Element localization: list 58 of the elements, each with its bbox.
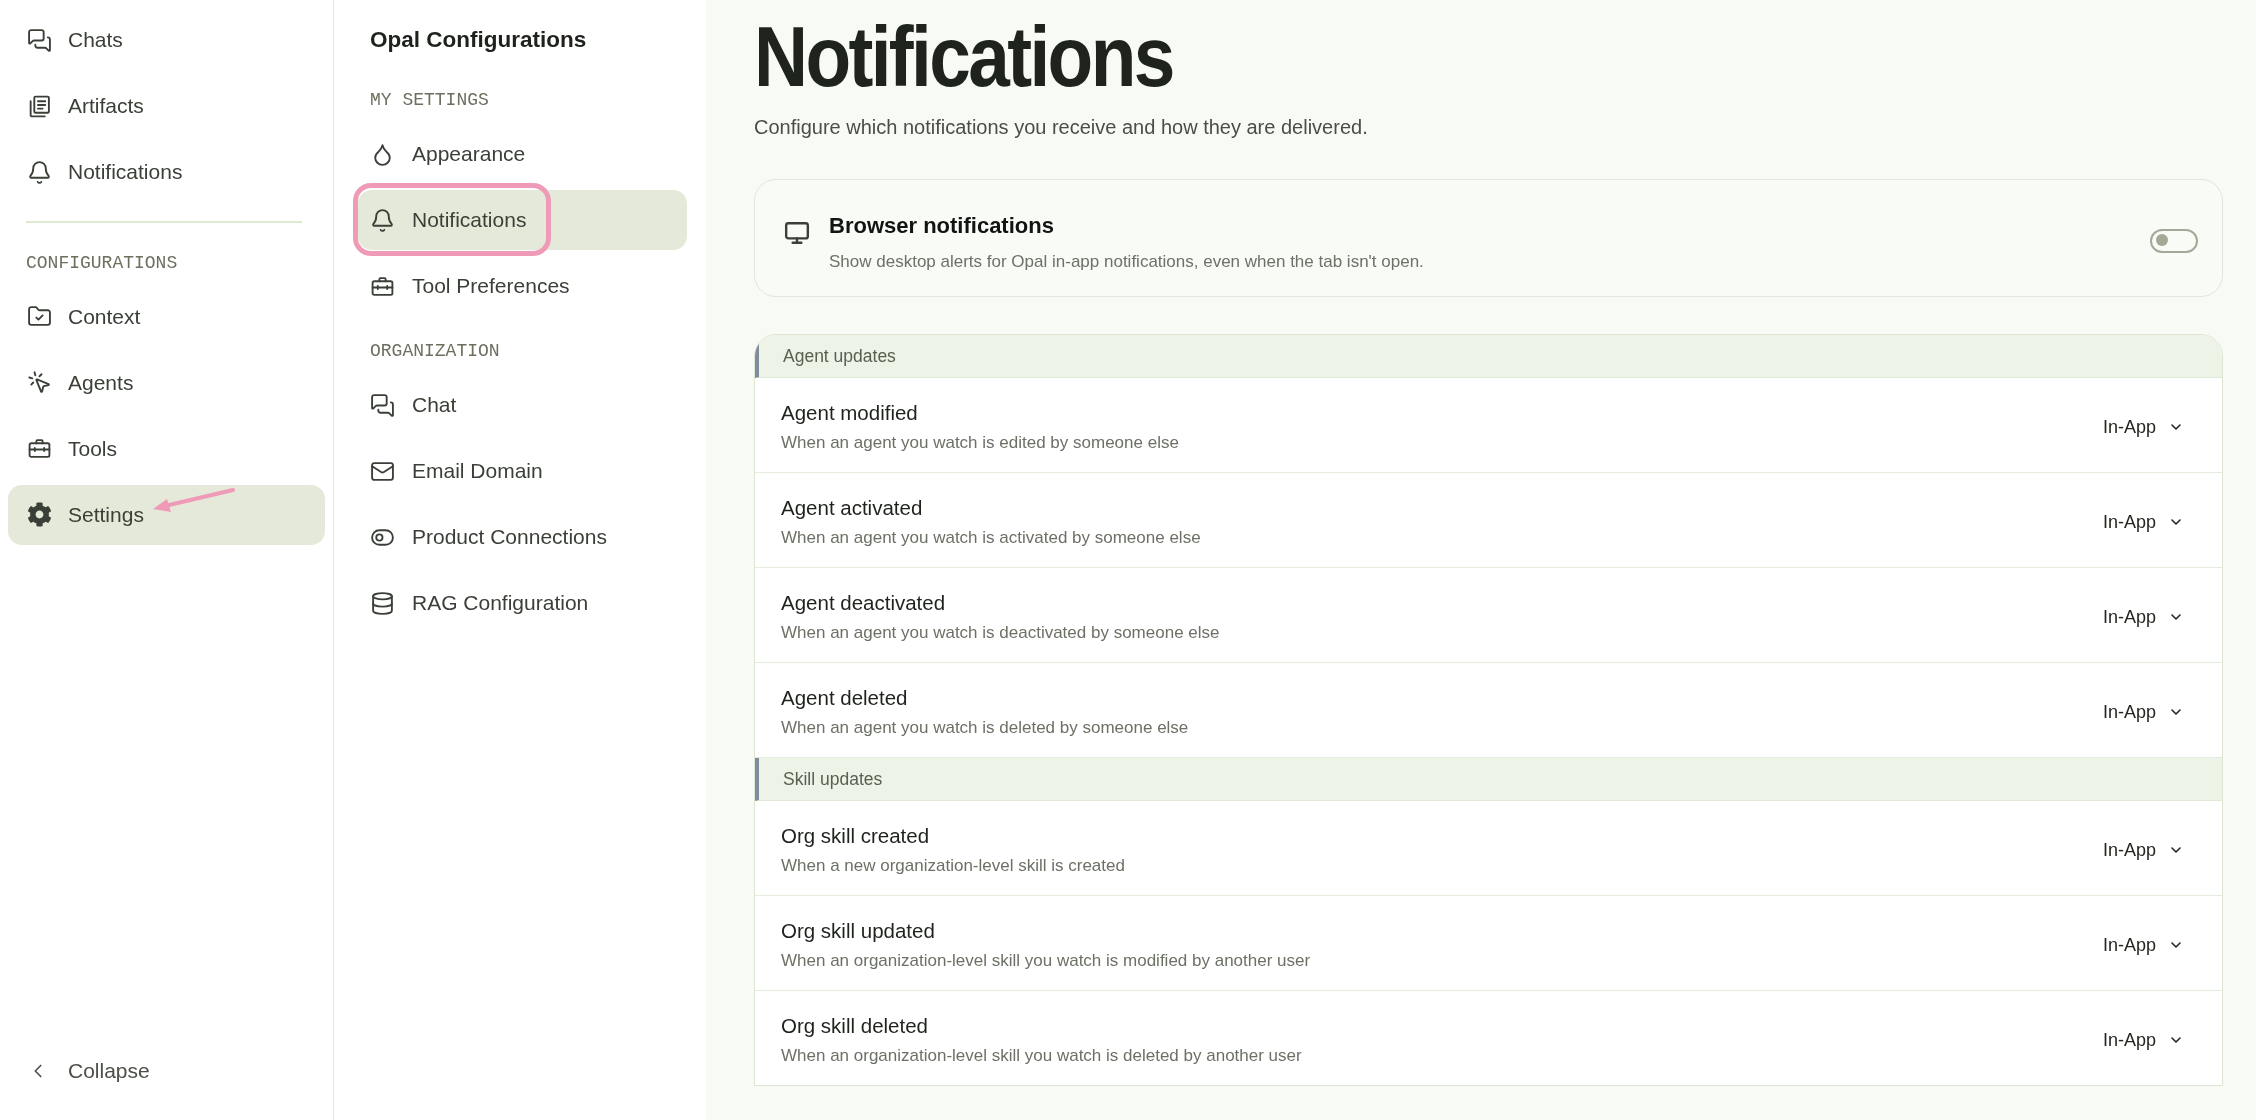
row-description: When a new organization-level skill is created [781,855,1126,877]
row-title: Agent deleted [781,685,909,711]
nav-item[interactable]: Settings [8,484,325,545]
channel-dropdown[interactable]: In-App [2102,1025,2184,1055]
nav-item[interactable]: Chat [358,375,475,435]
row-description: When an organization-level skill you watch is modified by another user [781,950,1312,972]
nav-item[interactable]: Product Connections [358,507,625,567]
channel-dropdown[interactable]: In-App [2102,412,2184,442]
toggle-switch[interactable] [2150,228,2198,253]
documents-icon [27,93,52,119]
channel-dropdown[interactable]: In-App [2102,507,2184,537]
cursor-click-icon [27,370,52,395]
row-title: Org skill created [781,823,931,849]
channel-dropdown[interactable]: In-App [2102,835,2184,865]
card-title: Browser notifications [829,212,1055,240]
group-header: Skill updates [755,758,2222,801]
channel-dropdown[interactable]: In-App [2102,602,2184,632]
section-label: ORGANIZATION [370,340,501,362]
bell-icon [370,207,395,233]
chat-bubbles-icon [27,27,52,53]
collapse-button[interactable]: Collapse [8,1041,168,1101]
nav-item[interactable]: Artifacts [8,76,162,136]
row-description: When an organization-level skill you watch is deleted by another user [781,1045,1303,1067]
row-title: Agent activated [781,495,924,521]
nav-item[interactable]: Appearance [358,124,544,184]
nav-item[interactable]: Tool Preferences [358,256,588,316]
section-label: CONFIGURATIONS [26,251,179,274]
database-icon [370,590,395,616]
card-description: Show desktop alerts for Opal in-app notifications, even when the tab isn't open. [829,251,1425,273]
channel-dropdown[interactable]: In-App [2102,930,2184,960]
chat-bubbles-icon [370,392,395,418]
row-title: Org skill updated [781,918,936,944]
nav-item[interactable]: Tools [8,418,136,479]
row-title: Org skill deleted [781,1013,929,1039]
row-title: Agent modified [781,400,919,426]
group-header: Agent updates [755,335,2222,378]
nav-item[interactable]: RAG Configuration [358,573,607,633]
page-title: Notifications [754,14,1173,99]
row-title: Agent deactivated [781,590,947,616]
page-subtitle: Configure which notifications you receive and how they are delivered. [754,115,1369,139]
nav-item[interactable]: Agents [8,352,152,413]
nav-item[interactable]: Context [8,286,159,347]
settings-icon [27,502,52,527]
monitor-icon [784,220,810,246]
sidebar-title: Opal Configurations [370,26,588,54]
row-description: When an agent you watch is deactivated by someone else [781,622,1221,644]
nav-item[interactable]: Email Domain [358,441,561,501]
row-description: When an agent you watch is deleted by someone else [781,717,1190,739]
folder-check-icon [27,304,52,329]
section-label: MY SETTINGS [370,89,490,111]
toolbox-icon [27,436,52,461]
bell-icon [27,159,52,185]
row-description: When an agent you watch is edited by someone else [781,432,1180,454]
nav-item[interactable]: Chats [8,10,141,70]
row-description: When an agent you watch is activated by someone else [781,527,1202,549]
channel-dropdown[interactable]: In-App [2102,697,2184,727]
nav-item[interactable]: Notifications [8,142,201,202]
nav-item[interactable]: Notifications [358,190,687,250]
